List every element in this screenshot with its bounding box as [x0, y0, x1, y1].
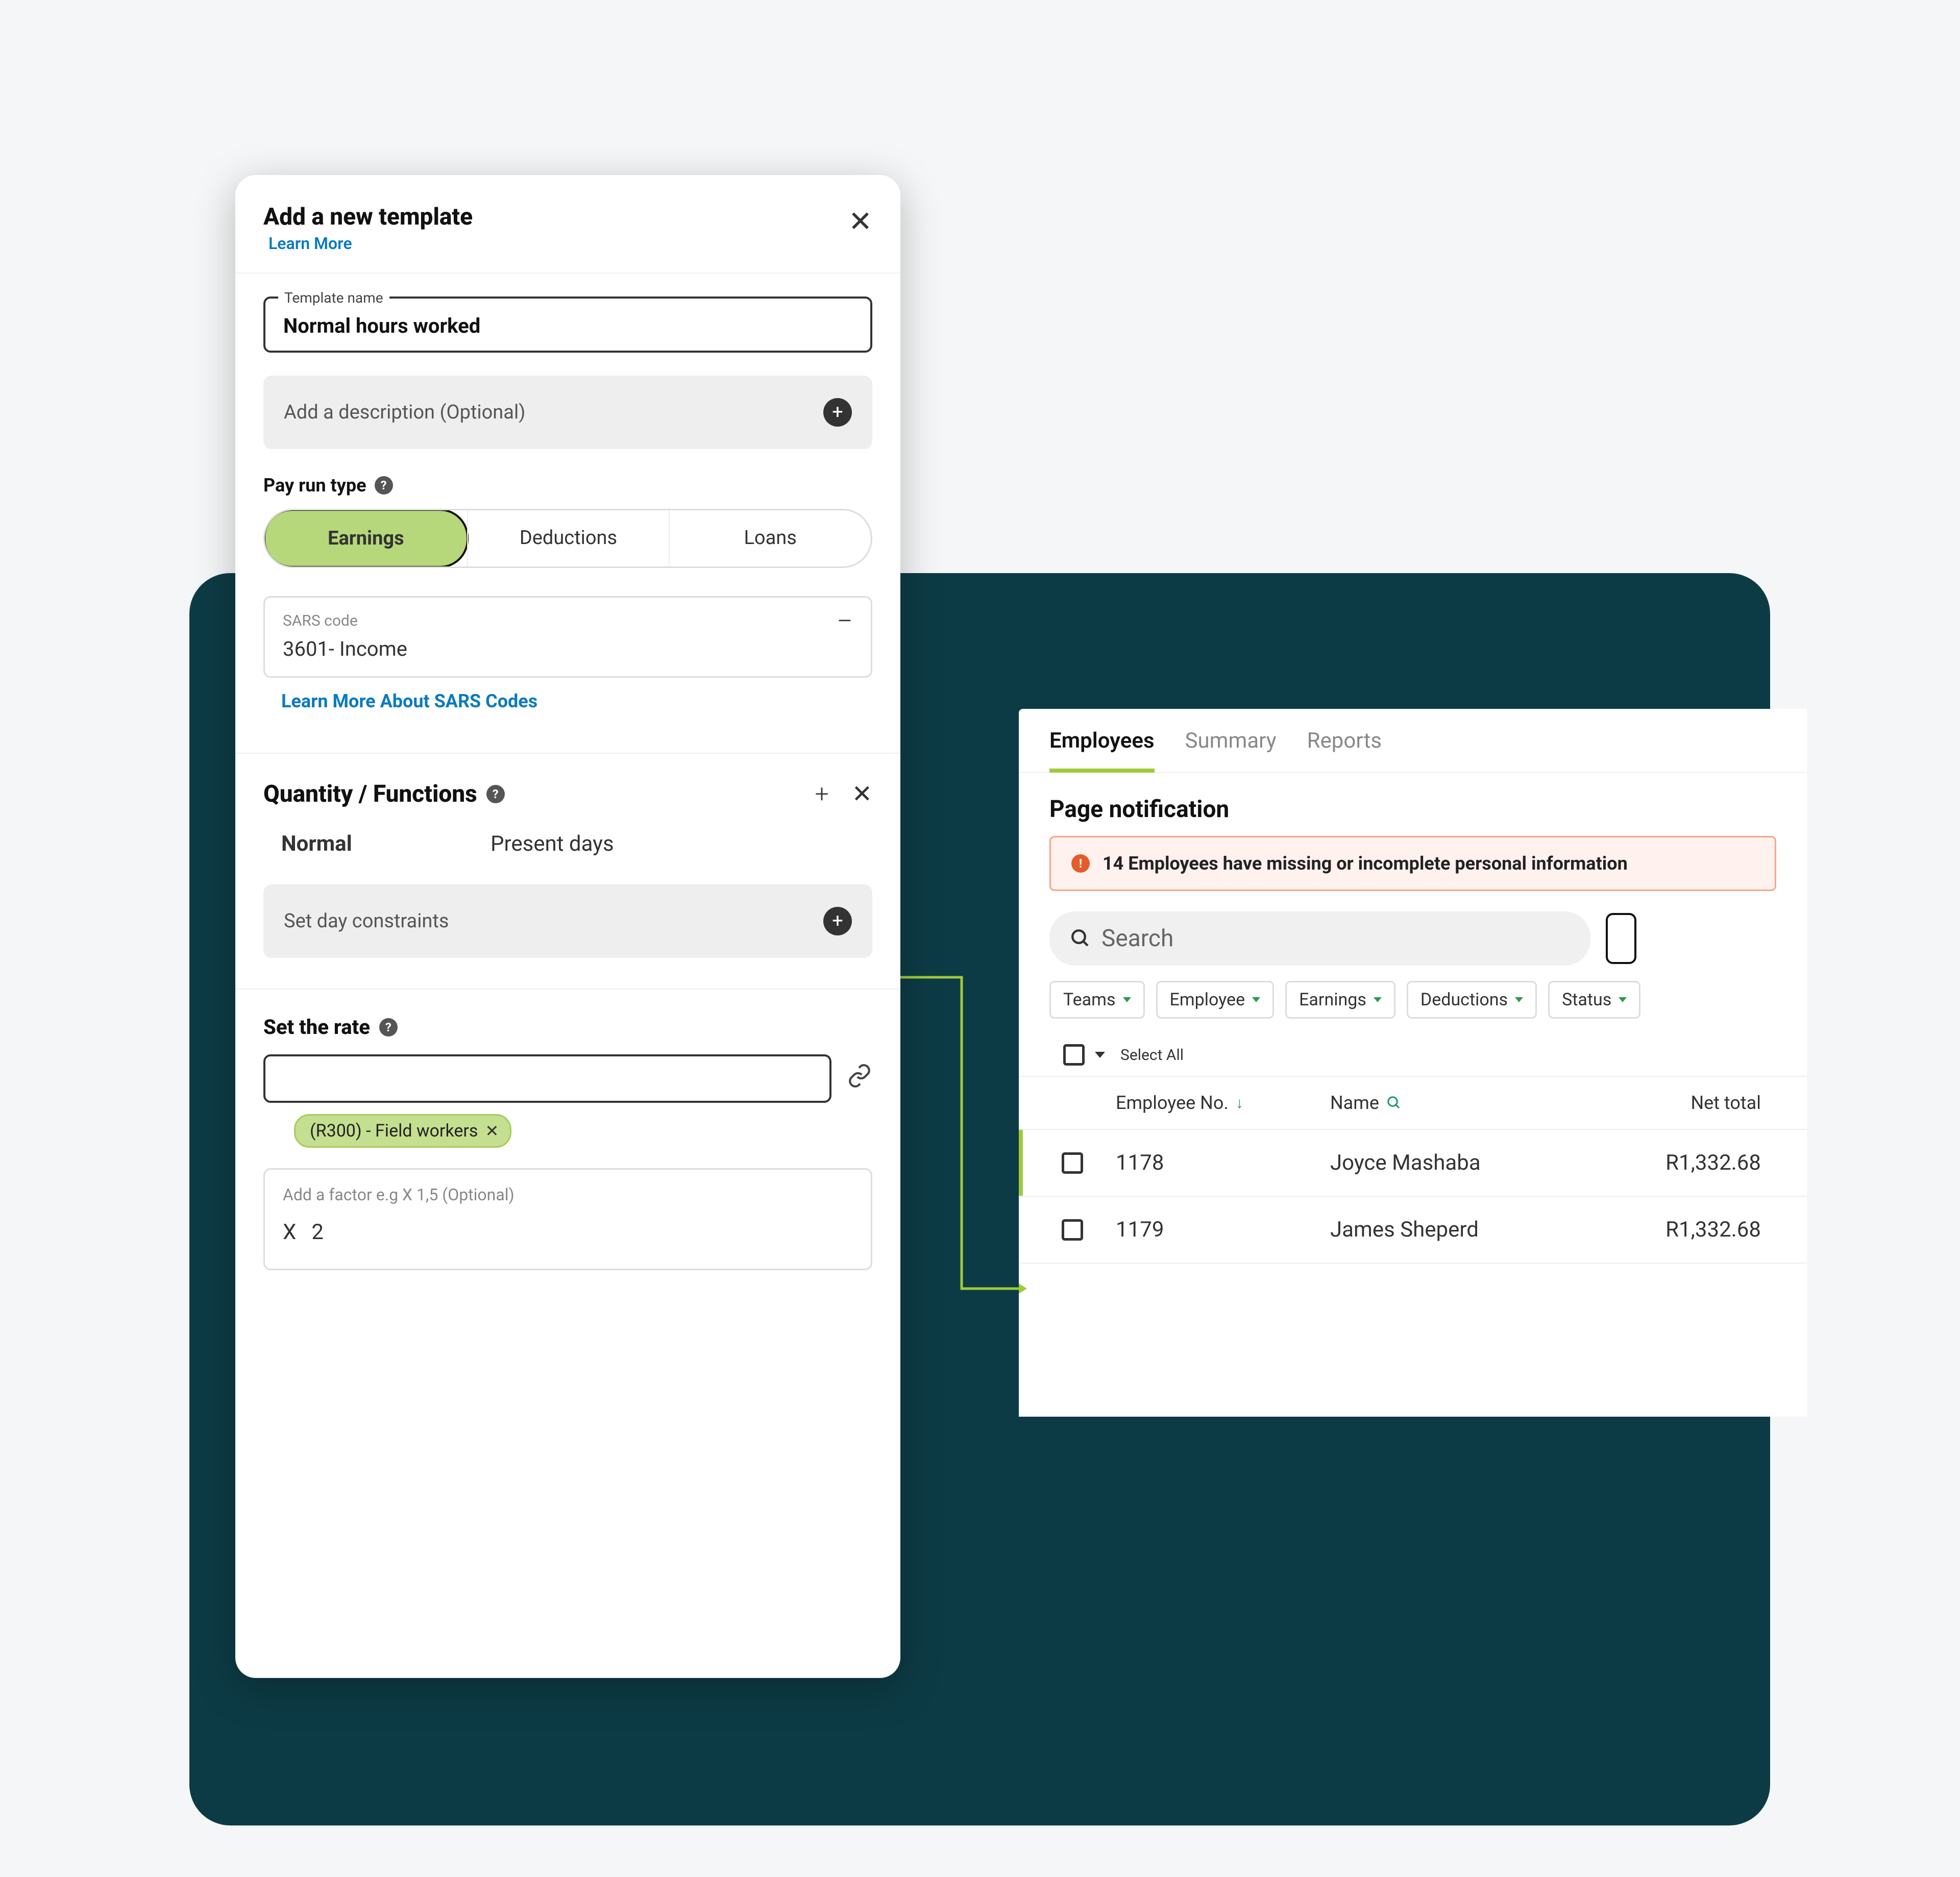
chevron-down-icon — [1515, 997, 1523, 1002]
sars-code-field[interactable]: SARS code − 3601- Income — [263, 596, 872, 678]
column-employee-no[interactable]: Employee No. ↓ — [1116, 1092, 1330, 1114]
template-name-field[interactable]: Template name Normal hours worked — [263, 297, 872, 353]
alert-icon: ! — [1071, 854, 1090, 873]
filter-deductions[interactable]: Deductions — [1407, 981, 1537, 1019]
cell-net-total: R1,332.68 — [1647, 1150, 1776, 1175]
factor-value: 2 — [311, 1220, 324, 1245]
rate-chip[interactable]: (R300) - Field workers ✕ — [294, 1114, 511, 1148]
add-template-modal: Add a new template Learn More ✕ Template… — [235, 175, 900, 1678]
sort-down-icon: ↓ — [1236, 1094, 1243, 1112]
segment-deductions[interactable]: Deductions — [467, 510, 669, 566]
help-icon[interactable]: ? — [379, 1018, 398, 1036]
search-icon — [1070, 928, 1091, 949]
sars-learn-more-link[interactable]: Learn More About SARS Codes — [263, 690, 537, 712]
table-row[interactable]: 1178 Joyce Mashaba R1,332.68 — [1019, 1130, 1807, 1197]
field-label: Template name — [278, 289, 389, 306]
close-icon[interactable]: ✕ — [848, 207, 872, 236]
tab-reports[interactable]: Reports — [1307, 728, 1382, 772]
search-icon — [1386, 1095, 1402, 1110]
tab-employees[interactable]: Employees — [1049, 728, 1155, 773]
plus-icon: + — [823, 398, 852, 427]
row-checkbox[interactable] — [1062, 1152, 1083, 1174]
sars-value: 3601- Income — [283, 637, 853, 661]
rate-input[interactable] — [263, 1054, 831, 1103]
field-value: Normal hours worked — [283, 314, 852, 338]
factor-x: X — [283, 1220, 296, 1245]
add-icon[interactable]: + — [815, 779, 829, 808]
filter-employee[interactable]: Employee — [1156, 981, 1275, 1019]
filter-chips-row: Teams Employee Earnings Deductions Statu… — [1019, 981, 1807, 1034]
column-net-total: Net total — [1647, 1092, 1776, 1114]
remove-chip-icon[interactable]: ✕ — [485, 1121, 499, 1141]
chevron-down-icon[interactable] — [1095, 1052, 1105, 1058]
chevron-down-icon — [1252, 997, 1260, 1002]
pay-run-type-segmented: Earnings Deductions Loans — [263, 509, 872, 568]
set-rate-title: Set the rate ? — [263, 1015, 872, 1039]
employees-tabs: Employees Summary Reports — [1019, 709, 1807, 773]
minus-icon[interactable]: − — [837, 614, 853, 628]
present-days-label: Present days — [491, 831, 614, 856]
segment-earnings[interactable]: Earnings — [263, 509, 469, 568]
page-notification-title: Page notification — [1019, 773, 1807, 836]
normal-label: Normal — [281, 831, 434, 856]
help-icon[interactable]: ? — [375, 476, 393, 495]
select-all-checkbox[interactable] — [1063, 1044, 1085, 1066]
table-header: Employee No. ↓ Name Net total — [1019, 1077, 1807, 1130]
notification-text: 14 Employees have missing or incomplete … — [1102, 853, 1628, 874]
description-placeholder: Add a description (Optional) — [284, 401, 525, 424]
cell-employee-no: 1179 — [1116, 1217, 1330, 1242]
search-input[interactable]: Search — [1049, 911, 1590, 966]
constraints-label: Set day constraints — [284, 910, 449, 932]
add-description-button[interactable]: Add a description (Optional) + — [263, 376, 872, 449]
cell-name: Joyce Mashaba — [1330, 1150, 1647, 1175]
cell-net-total: R1,332.68 — [1647, 1217, 1776, 1242]
help-icon[interactable]: ? — [486, 785, 505, 803]
table-row[interactable]: 1179 James Sheperd R1,332.68 — [1019, 1197, 1807, 1264]
set-day-constraints-button[interactable]: Set day constraints + — [263, 884, 872, 958]
link-icon[interactable] — [847, 1063, 872, 1094]
chevron-down-icon — [1619, 997, 1627, 1002]
segment-loans[interactable]: Loans — [669, 510, 871, 566]
filter-teams[interactable]: Teams — [1049, 981, 1145, 1019]
tab-summary[interactable]: Summary — [1185, 728, 1277, 772]
factor-label: Add a factor e.g X 1,5 (Optional) — [283, 1185, 853, 1204]
extra-action-button[interactable] — [1606, 913, 1636, 964]
close-icon[interactable]: ✕ — [852, 779, 872, 808]
plus-icon: + — [823, 907, 852, 935]
modal-title: Add a new template — [263, 203, 473, 231]
chip-label: (R300) - Field workers — [310, 1121, 478, 1141]
filter-earnings[interactable]: Earnings — [1285, 981, 1395, 1019]
select-all-label: Select All — [1120, 1046, 1184, 1064]
select-all-row: Select All — [1019, 1034, 1807, 1077]
pay-run-type-label: Pay run type ? — [263, 475, 872, 496]
sars-label: SARS code — [283, 612, 358, 630]
search-placeholder: Search — [1101, 925, 1173, 952]
chevron-down-icon — [1374, 997, 1382, 1002]
filter-status[interactable]: Status — [1548, 981, 1640, 1019]
learn-more-link[interactable]: Learn More — [263, 234, 352, 253]
employees-panel: Employees Summary Reports Page notificat… — [1019, 709, 1807, 1417]
quantity-functions-title: Quantity / Functions ? — [263, 780, 505, 808]
row-checkbox[interactable] — [1062, 1219, 1083, 1241]
cell-name: James Sheperd — [1330, 1217, 1647, 1242]
cell-employee-no: 1178 — [1116, 1150, 1330, 1175]
notification-banner: ! 14 Employees have missing or incomplet… — [1049, 836, 1776, 891]
chevron-down-icon — [1123, 997, 1131, 1002]
factor-field[interactable]: Add a factor e.g X 1,5 (Optional) X 2 — [263, 1168, 872, 1270]
column-name[interactable]: Name — [1330, 1092, 1647, 1114]
